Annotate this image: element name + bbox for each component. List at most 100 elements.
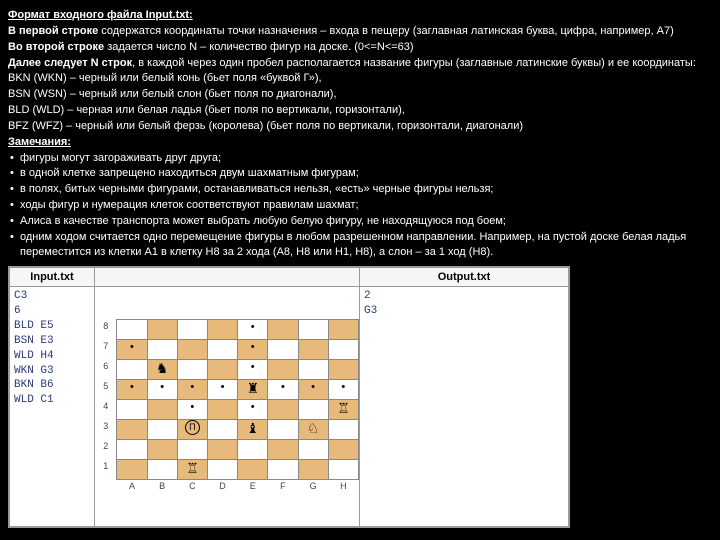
square-F1: [268, 460, 298, 480]
square-B4: [147, 400, 177, 420]
square-C8: [177, 320, 207, 340]
square-H3: [328, 420, 358, 440]
square-B3: [147, 420, 177, 440]
square-E8: •: [238, 320, 268, 340]
threat-dot: •: [251, 321, 255, 333]
file-label: H: [328, 480, 358, 495]
col-board-header: [95, 267, 360, 287]
square-C7: [177, 340, 207, 360]
square-F5: •: [268, 380, 298, 400]
chess-piece: ♞: [156, 361, 169, 377]
square-F4: [268, 400, 298, 420]
threat-dot: •: [281, 381, 285, 393]
square-F8: [268, 320, 298, 340]
square-A4: [117, 400, 147, 420]
square-D7: [207, 340, 237, 360]
square-B1: [147, 460, 177, 480]
file-label: D: [207, 480, 237, 495]
square-B2: [147, 440, 177, 460]
note-item: одним ходом считается одно перемещение ф…: [20, 230, 712, 260]
note-item: Алиса в качестве транспорта может выбрат…: [20, 214, 712, 229]
square-C2: [177, 440, 207, 460]
chess-piece: ♜: [246, 381, 259, 397]
square-C4: •: [177, 400, 207, 420]
square-A7: •: [117, 340, 147, 360]
example-input-text: C3 6 BLD E5 BSN E3 WLD H4 WKN G3 BKN B6 …: [10, 287, 95, 526]
square-D3: [207, 420, 237, 440]
square-F6: [268, 360, 298, 380]
square-G3: ♘: [298, 420, 328, 440]
threat-dot: •: [160, 381, 164, 393]
square-C5: •: [177, 380, 207, 400]
square-D8: [207, 320, 237, 340]
square-C6: [177, 360, 207, 380]
square-H5: •: [328, 380, 358, 400]
threat-dot: •: [251, 401, 255, 413]
chess-piece: ♖: [186, 461, 199, 477]
square-A1: [117, 460, 147, 480]
square-G5: •: [298, 380, 328, 400]
square-A3: [117, 420, 147, 440]
example-output-text: 2 G3: [360, 287, 569, 526]
square-D5: •: [207, 380, 237, 400]
rank-label: 8: [95, 320, 117, 340]
square-D4: [207, 400, 237, 420]
square-G6: [298, 360, 328, 380]
line-1: В первой строке содержатся координаты то…: [8, 24, 712, 39]
square-H4: ♖: [328, 400, 358, 420]
square-B5: •: [147, 380, 177, 400]
piece-bfz: BFZ (WFZ) – черный или белый ферзь (коро…: [8, 119, 712, 134]
square-E4: •: [238, 400, 268, 420]
threat-dot: •: [251, 341, 255, 353]
note-item: фигуры могут загораживать друг друга;: [20, 151, 712, 166]
rank-label: 5: [95, 380, 117, 400]
square-G2: [298, 440, 328, 460]
square-F2: [268, 440, 298, 460]
square-F3: [268, 420, 298, 440]
notes-heading: Замечания:: [8, 136, 71, 148]
example-panel: Input.txt Output.txt C3 6 BLD E5 BSN E3 …: [8, 266, 570, 528]
square-F7: [268, 340, 298, 360]
square-A6: [117, 360, 147, 380]
col-output-header: Output.txt: [360, 267, 569, 287]
square-E7: •: [238, 340, 268, 360]
square-G4: [298, 400, 328, 420]
square-G7: [298, 340, 328, 360]
threat-dot: •: [130, 381, 134, 393]
rank-label: 7: [95, 340, 117, 360]
chess-piece: ♝: [246, 421, 259, 437]
line-2: Во второй строке задается число N – коли…: [8, 40, 712, 55]
file-label: C: [177, 480, 207, 495]
threat-dot: •: [190, 401, 194, 413]
square-B6: ♞: [147, 360, 177, 380]
square-D6: [207, 360, 237, 380]
chess-piece: ♘: [307, 421, 320, 437]
square-A5: •: [117, 380, 147, 400]
rank-label: 4: [95, 400, 117, 420]
rank-label: 3: [95, 420, 117, 440]
file-label: E: [238, 480, 268, 495]
square-H2: [328, 440, 358, 460]
square-G8: [298, 320, 328, 340]
file-label: B: [147, 480, 177, 495]
note-item: в полях, битых черными фигурами, останав…: [20, 182, 712, 197]
start-marker: П: [185, 420, 200, 435]
note-item: в одной клетке запрещено находиться двум…: [20, 166, 712, 181]
file-label: F: [268, 480, 298, 495]
square-H8: [328, 320, 358, 340]
threat-dot: •: [190, 381, 194, 393]
threat-dot: •: [311, 381, 315, 393]
square-H6: [328, 360, 358, 380]
rank-label: 1: [95, 460, 117, 480]
square-B8: [147, 320, 177, 340]
piece-bsn: BSN (WSN) – черный или белый слон (бьет …: [8, 87, 712, 102]
square-B7: [147, 340, 177, 360]
square-E2: [238, 440, 268, 460]
piece-bkn: BKN (WKN) – черный или белый конь (бьет …: [8, 71, 712, 86]
file-label: A: [117, 480, 147, 495]
example-board: 8•7••6♞•5••••♜•••4••♖3П♝♘21♖ABCDEFGH: [95, 287, 360, 526]
square-E1: [238, 460, 268, 480]
col-input-header: Input.txt: [10, 267, 95, 287]
notes-list: фигуры могут загораживать друг друга; в …: [8, 151, 712, 260]
threat-dot: •: [341, 381, 345, 393]
